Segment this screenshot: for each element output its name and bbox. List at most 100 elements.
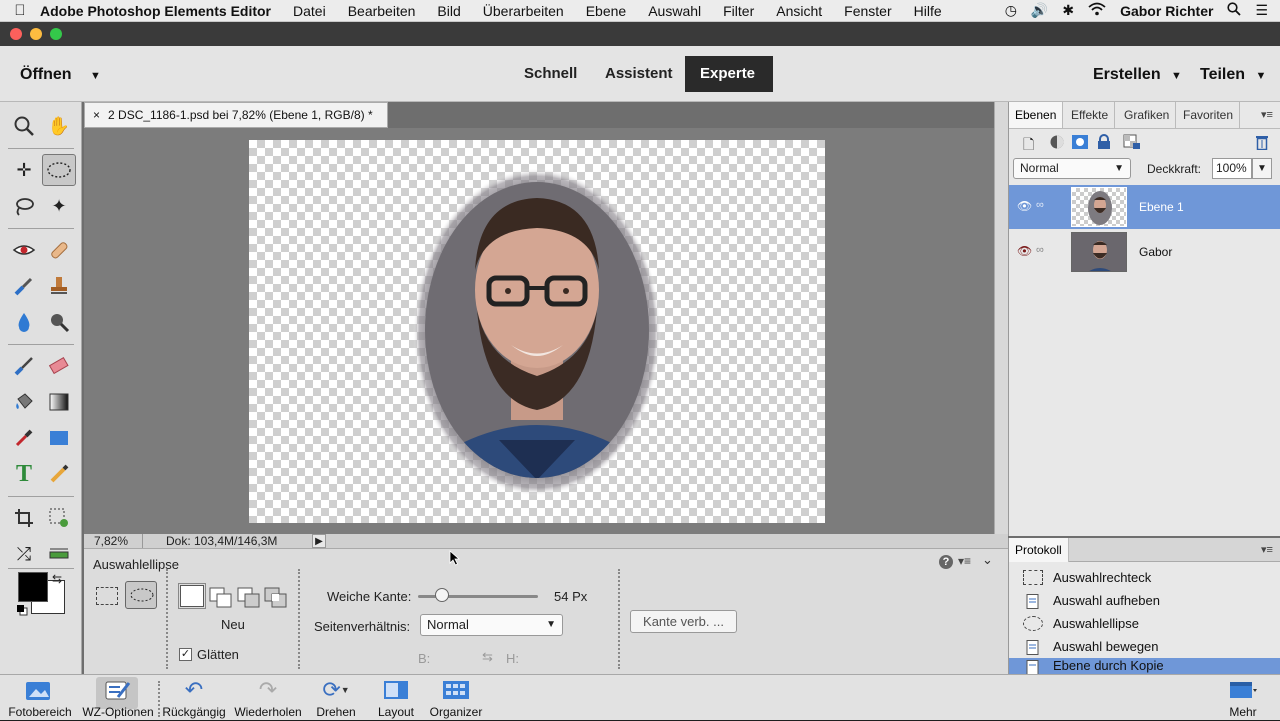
open-button[interactable]: Öffnen ▼ [20,66,101,84]
status-menu-arrow-icon[interactable]: ▶ [312,534,326,548]
panel-menu-icon[interactable]: ▾≡ [1261,543,1273,556]
organizer-button[interactable]: Organizer [424,675,488,721]
menu-datei[interactable]: Datei [293,3,326,19]
layer-row-ebene-1[interactable]: 👁 ∞ Ebene 1 [1009,185,1280,229]
layout-button[interactable]: Layout [370,675,422,721]
elliptical-marquee-option-icon[interactable] [125,581,157,609]
text-tool-icon[interactable]: T [7,458,41,490]
move-tool-icon[interactable]: ✛ [7,154,41,186]
eraser-tool-icon[interactable] [42,350,76,382]
menu-bild[interactable]: Bild [437,3,460,19]
tab-ebenen[interactable]: Ebenen [1009,102,1064,128]
default-colors-icon[interactable] [16,604,28,616]
new-layer-icon[interactable]: 🗋 [1023,134,1034,158]
lock-all-icon[interactable] [1097,134,1113,150]
user-name[interactable]: Gabor Richter [1120,3,1213,19]
swap-colors-icon[interactable]: ⇆ [52,572,62,586]
layer-row-gabor[interactable]: 👁 ∞ Gabor [1009,230,1280,274]
panel-menu-icon[interactable]: ▾≡ [958,554,971,568]
smart-brush-icon[interactable] [7,270,41,302]
panel-menu-icon[interactable]: ▾≡ [1261,108,1273,121]
help-icon[interactable]: ? [939,555,953,569]
notification-center-icon[interactable]: ☰ [1255,2,1268,19]
close-document-icon[interactable]: × [93,108,100,122]
opacity-dropdown-icon[interactable]: ▼ [1252,158,1272,179]
app-menu[interactable]: Adobe Photoshop Elements Editor [40,3,271,19]
zoom-window-button[interactable] [50,28,62,40]
photo-bin-button[interactable]: Fotobereich [4,675,76,721]
bluetooth-icon[interactable]: ✱ [1062,2,1074,19]
rectangular-marquee-option-icon[interactable] [96,587,118,605]
elliptical-marquee-tool-icon[interactable] [42,154,76,186]
blend-mode-select[interactable]: Normal ▼ [1013,158,1131,179]
sponge-tool-icon[interactable] [42,306,76,338]
wifi-icon[interactable] [1088,2,1106,19]
hand-tool-icon[interactable]: ✋ [42,110,76,142]
menu-auswahl[interactable]: Auswahl [648,3,701,19]
zoom-level[interactable]: 7,82% [94,534,128,548]
document-canvas[interactable] [249,140,825,523]
new-selection-mode-icon[interactable] [178,583,206,609]
redo-button[interactable]: ↷ Wiederholen [230,675,306,721]
tab-grafiken[interactable]: Grafiken [1118,102,1177,128]
mode-tab-assistent[interactable]: Assistent [590,56,688,92]
volume-icon[interactable]: 🔊 [1031,2,1048,19]
undo-button[interactable]: ↶ Rückgängig [162,675,226,721]
history-item-auswahlrechteck[interactable]: Auswahlrechteck [1009,566,1280,589]
menu-bearbeiten[interactable]: Bearbeiten [348,3,416,19]
tab-favoriten[interactable]: Favoriten [1177,102,1241,128]
vertical-scrollbar[interactable] [994,102,1008,534]
feather-slider-thumb[interactable] [435,588,449,602]
foreground-color-swatch[interactable] [18,572,48,602]
paint-bucket-icon[interactable] [7,386,41,418]
aspect-ratio-select[interactable]: Normal ▼ [420,614,563,636]
link-icon[interactable]: ∞ [1036,199,1044,211]
eyedropper-tool-icon[interactable] [7,422,41,454]
clone-stamp-icon[interactable] [42,270,76,302]
opacity-input[interactable]: 100% [1212,158,1252,179]
crop-tool-icon[interactable] [7,502,41,534]
pencil-tool-icon[interactable] [42,458,76,490]
eye-hidden-icon[interactable]: 👁 [1017,244,1032,258]
subtract-from-selection-icon[interactable] [237,587,261,609]
link-icon[interactable]: ∞ [1036,244,1044,256]
intersect-selection-icon[interactable] [264,587,288,609]
antialias-checkbox[interactable]: ✓ [179,648,192,661]
menu-ueberarbeiten[interactable]: Überarbeiten [483,3,564,19]
history-item-auswahlellipse[interactable]: Auswahlellipse [1009,612,1280,635]
zoom-tool-icon[interactable] [7,110,41,142]
mode-tab-experte[interactable]: Experte [685,56,773,92]
add-to-selection-icon[interactable] [209,587,233,609]
more-button[interactable]: Mehr [1218,675,1268,721]
lasso-tool-icon[interactable] [7,190,41,222]
menu-hilfe[interactable]: Hilfe [914,3,942,19]
gradient-tool-icon[interactable] [42,386,76,418]
magic-wand-tool-icon[interactable]: ✦ [42,190,76,222]
tab-effekte[interactable]: Effekte [1065,102,1116,128]
trash-icon[interactable] [1255,134,1271,151]
history-item-auswahl-aufheben[interactable]: Auswahl aufheben [1009,589,1280,612]
collapse-panel-icon[interactable]: ⌄ [982,552,993,568]
share-button[interactable]: Teilen ▼ [1200,66,1266,84]
menu-fenster[interactable]: Fenster [844,3,891,19]
close-window-button[interactable] [10,28,22,40]
menu-ebene[interactable]: Ebene [586,3,626,19]
history-item-ebene-durch-kopie[interactable]: Ebene durch Kopie [1009,658,1280,674]
tool-options-button[interactable]: WZ-Optionen [78,675,158,721]
eye-icon[interactable]: 👁 [1017,199,1032,213]
adjustment-layer-icon[interactable] [1049,134,1067,150]
create-button[interactable]: Erstellen ▼ [1093,66,1182,84]
shape-tool-icon[interactable] [42,422,76,454]
recompose-tool-icon[interactable] [42,502,76,534]
lock-transparent-pixels-icon[interactable] [1123,134,1141,150]
tab-protokoll[interactable]: Protokoll [1009,538,1069,562]
history-item-auswahl-bewegen[interactable]: Auswahl bewegen [1009,635,1280,658]
time-machine-icon[interactable]: ◷ [1005,2,1017,19]
layer-mask-icon[interactable] [1071,134,1089,150]
apple-menu-icon[interactable]:  [0,2,40,19]
rotate-button[interactable]: ⟳ ▼ Drehen [308,675,364,721]
menu-ansicht[interactable]: Ansicht [776,3,822,19]
brush-tool-icon[interactable] [7,350,41,382]
swap-dimensions-icon[interactable]: ⇆ [482,649,493,665]
mode-tab-schnell[interactable]: Schnell [509,56,592,92]
